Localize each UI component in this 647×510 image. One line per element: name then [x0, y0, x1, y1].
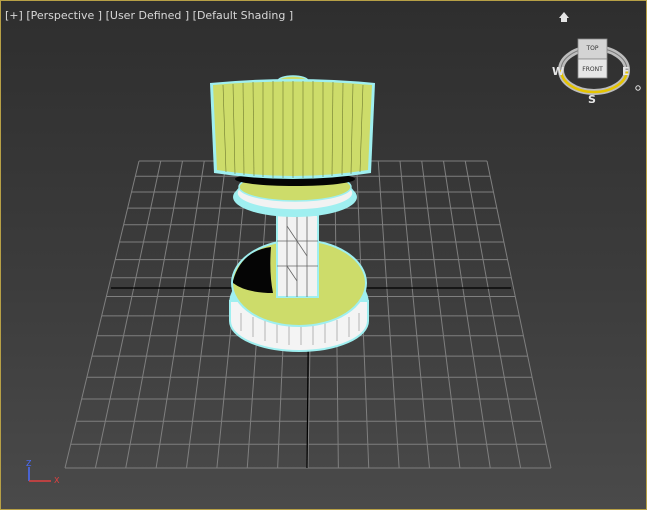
scene-canvas[interactable]: TOP FRONT W E S Z X	[1, 1, 647, 510]
axis-tripod: Z X	[26, 459, 60, 485]
compass-south-label: S	[588, 93, 596, 106]
lamp-object[interactable]	[210, 75, 375, 352]
grid-line	[155, 160, 205, 469]
grid-line	[125, 160, 183, 469]
home-icon[interactable]	[559, 12, 569, 22]
grid-line	[377, 160, 400, 469]
grid-line	[399, 160, 430, 469]
viewcube-menu-icon[interactable]	[635, 85, 641, 91]
axis-x-label: X	[54, 476, 60, 485]
grid-line	[443, 160, 491, 469]
viewcube-top-label: TOP	[585, 45, 598, 52]
grid-line	[464, 160, 522, 469]
viewcube[interactable]: TOP FRONT W E S	[552, 12, 641, 106]
compass-west-label: W	[552, 65, 564, 78]
grid-line	[186, 160, 227, 469]
axis-z-label: Z	[26, 459, 32, 468]
grid-line	[486, 160, 552, 469]
grid-line	[421, 160, 461, 469]
lamp-shade[interactable]	[210, 75, 375, 179]
viewcube-front-label: FRONT	[582, 66, 603, 73]
perspective-viewport[interactable]: [+] [Perspective ] [User Defined ] [Defa…	[0, 0, 647, 510]
lamp-stem[interactable]	[276, 214, 319, 298]
compass-east-label: E	[622, 65, 630, 78]
